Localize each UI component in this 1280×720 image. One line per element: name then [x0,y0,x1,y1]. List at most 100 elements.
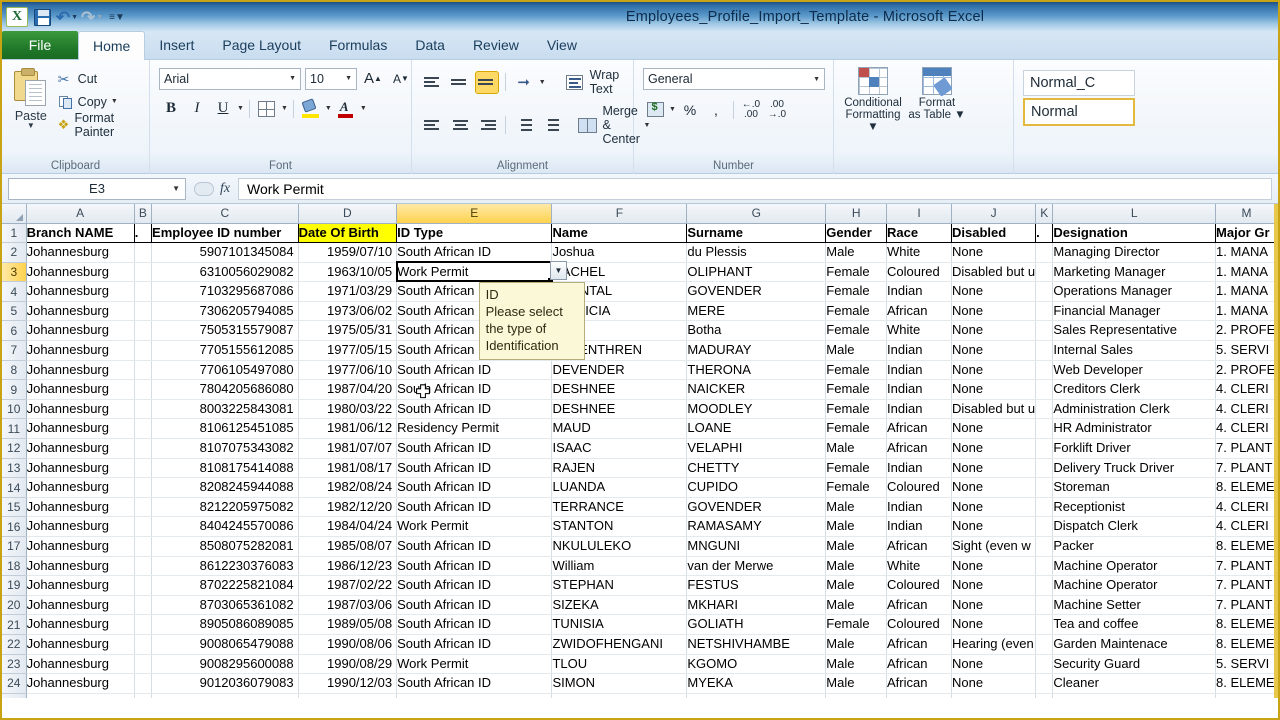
cell-J15[interactable]: None [952,497,1036,517]
cell-J14[interactable]: None [952,478,1036,498]
cell-L19[interactable]: Machine Operator [1053,576,1216,596]
cell-A25[interactable] [26,693,134,698]
cell-J9[interactable]: None [952,380,1036,400]
cell-style-normal-c[interactable]: Normal_C [1023,70,1135,96]
cell-B14[interactable] [134,478,151,498]
cell-K17[interactable] [1036,537,1053,557]
cell-I13[interactable]: Indian [887,458,952,478]
cell-D25[interactable] [298,693,396,698]
accounting-dropdown-icon[interactable]: ▼ [669,106,676,113]
align-right-button[interactable] [475,114,499,137]
tab-formulas[interactable]: Formulas [315,31,401,59]
cell-H12[interactable]: Male [826,439,887,459]
row-header-5[interactable]: 5 [2,301,26,321]
cell-G7[interactable]: MADURAY [687,341,826,361]
cell-B19[interactable] [134,576,151,596]
cell-D17[interactable]: 1985/08/07 [298,537,396,557]
cell-G8[interactable]: THERONA [687,360,826,380]
copy-dropdown-icon[interactable]: ▼ [111,98,118,105]
cell-M9[interactable]: 4. CLERI [1216,380,1278,400]
cell-H6[interactable]: Female [826,321,887,341]
cell-M7[interactable]: 5. SERVI [1216,341,1278,361]
cell-M18[interactable]: 7. PLANT [1216,556,1278,576]
cell-C15[interactable]: 8212205975082 [152,497,299,517]
column-title-cell[interactable]: . [1036,223,1053,243]
cell-C21[interactable]: 8905086089085 [152,615,299,635]
column-title-cell[interactable]: Disabled [952,223,1036,243]
cell-L5[interactable]: Financial Manager [1053,301,1216,321]
formula-input[interactable]: Work Permit [238,178,1272,200]
column-title-cell[interactable]: Designation [1053,223,1216,243]
cell-H2[interactable]: Male [826,243,887,263]
fill-color-button[interactable] [299,97,323,120]
column-header-k[interactable]: K [1036,204,1053,223]
cell-K7[interactable] [1036,341,1053,361]
cell-J6[interactable]: None [952,321,1036,341]
grow-font-button[interactable]: A▲ [361,67,385,90]
cell-A2[interactable]: Johannesburg [26,243,134,263]
name-box[interactable]: E3 ▼ [8,178,186,200]
cell-B24[interactable] [134,674,151,694]
cell-E23[interactable]: Work Permit [397,654,552,674]
cell-F14[interactable]: LUANDA [552,478,687,498]
cell-I18[interactable]: White [887,556,952,576]
cell-C18[interactable]: 8612230376083 [152,556,299,576]
cell-C11[interactable]: 8106125451085 [152,419,299,439]
cell-E25[interactable] [397,693,552,698]
cell-L23[interactable]: Security Guard [1053,654,1216,674]
cell-C24[interactable]: 9012036079083 [152,674,299,694]
cell-C14[interactable]: 8208245944088 [152,478,299,498]
row-header-21[interactable]: 21 [2,615,26,635]
borders-button[interactable] [255,97,279,120]
cell-A23[interactable]: Johannesburg [26,654,134,674]
cell-F20[interactable]: SIZEKA [552,595,687,615]
format-as-table-button[interactable]: Format as Table ▼ [907,67,967,121]
cell-E19[interactable]: South African ID [397,576,552,596]
tab-data[interactable]: Data [401,31,459,59]
percent-style-button[interactable]: % [678,98,702,121]
cell-D4[interactable]: 1971/03/29 [298,282,396,302]
tab-insert[interactable]: Insert [145,31,208,59]
cell-K18[interactable] [1036,556,1053,576]
format-painter-button[interactable]: ❖ Format Painter [55,114,144,135]
tab-page-layout[interactable]: Page Layout [208,31,315,59]
cell-A3[interactable]: Johannesburg [26,262,134,282]
cell-D12[interactable]: 1981/07/07 [298,439,396,459]
cell-D19[interactable]: 1987/02/22 [298,576,396,596]
cell-J4[interactable]: None [952,282,1036,302]
cell-M22[interactable]: 8. ELEME [1216,634,1278,654]
cell-D5[interactable]: 1973/06/02 [298,301,396,321]
column-header-l[interactable]: L [1053,204,1216,223]
cell-E8[interactable]: South African ID [397,360,552,380]
cell-I7[interactable]: Indian [887,341,952,361]
cell-B8[interactable] [134,360,151,380]
cell-G13[interactable]: CHETTY [687,458,826,478]
column-title-cell[interactable]: ID Type [397,223,552,243]
cell-C2[interactable]: 5907101345084 [152,243,299,263]
cell-I19[interactable]: Coloured [887,576,952,596]
font-color-dropdown-icon[interactable]: ▼ [360,105,367,112]
underline-dropdown-icon[interactable]: ▼ [237,105,244,112]
cell-I21[interactable]: Coloured [887,615,952,635]
column-title-cell[interactable]: . [134,223,151,243]
row-header-18[interactable]: 18 [2,556,26,576]
cell-style-normal[interactable]: Normal [1023,98,1135,126]
cell-M20[interactable]: 7. PLANT [1216,595,1278,615]
cell-J23[interactable]: None [952,654,1036,674]
cell-M23[interactable]: 5. SERVI [1216,654,1278,674]
column-title-cell[interactable]: Gender [826,223,887,243]
cell-B9[interactable] [134,380,151,400]
cell-D9[interactable]: 1987/04/20 [298,380,396,400]
cell-I2[interactable]: White [887,243,952,263]
borders-dropdown-icon[interactable]: ▼ [281,105,288,112]
cell-E17[interactable]: South African ID [397,537,552,557]
cell-B11[interactable] [134,419,151,439]
cell-I6[interactable]: White [887,321,952,341]
cell-I11[interactable]: African [887,419,952,439]
paste-dropdown-icon[interactable]: ▼ [27,123,35,129]
paste-button[interactable]: Paste ▼ [7,64,55,129]
row-header-4[interactable]: 4 [2,282,26,302]
cell-M19[interactable]: 7. PLANT [1216,576,1278,596]
cell-E20[interactable]: South African ID [397,595,552,615]
cell-I9[interactable]: Indian [887,380,952,400]
